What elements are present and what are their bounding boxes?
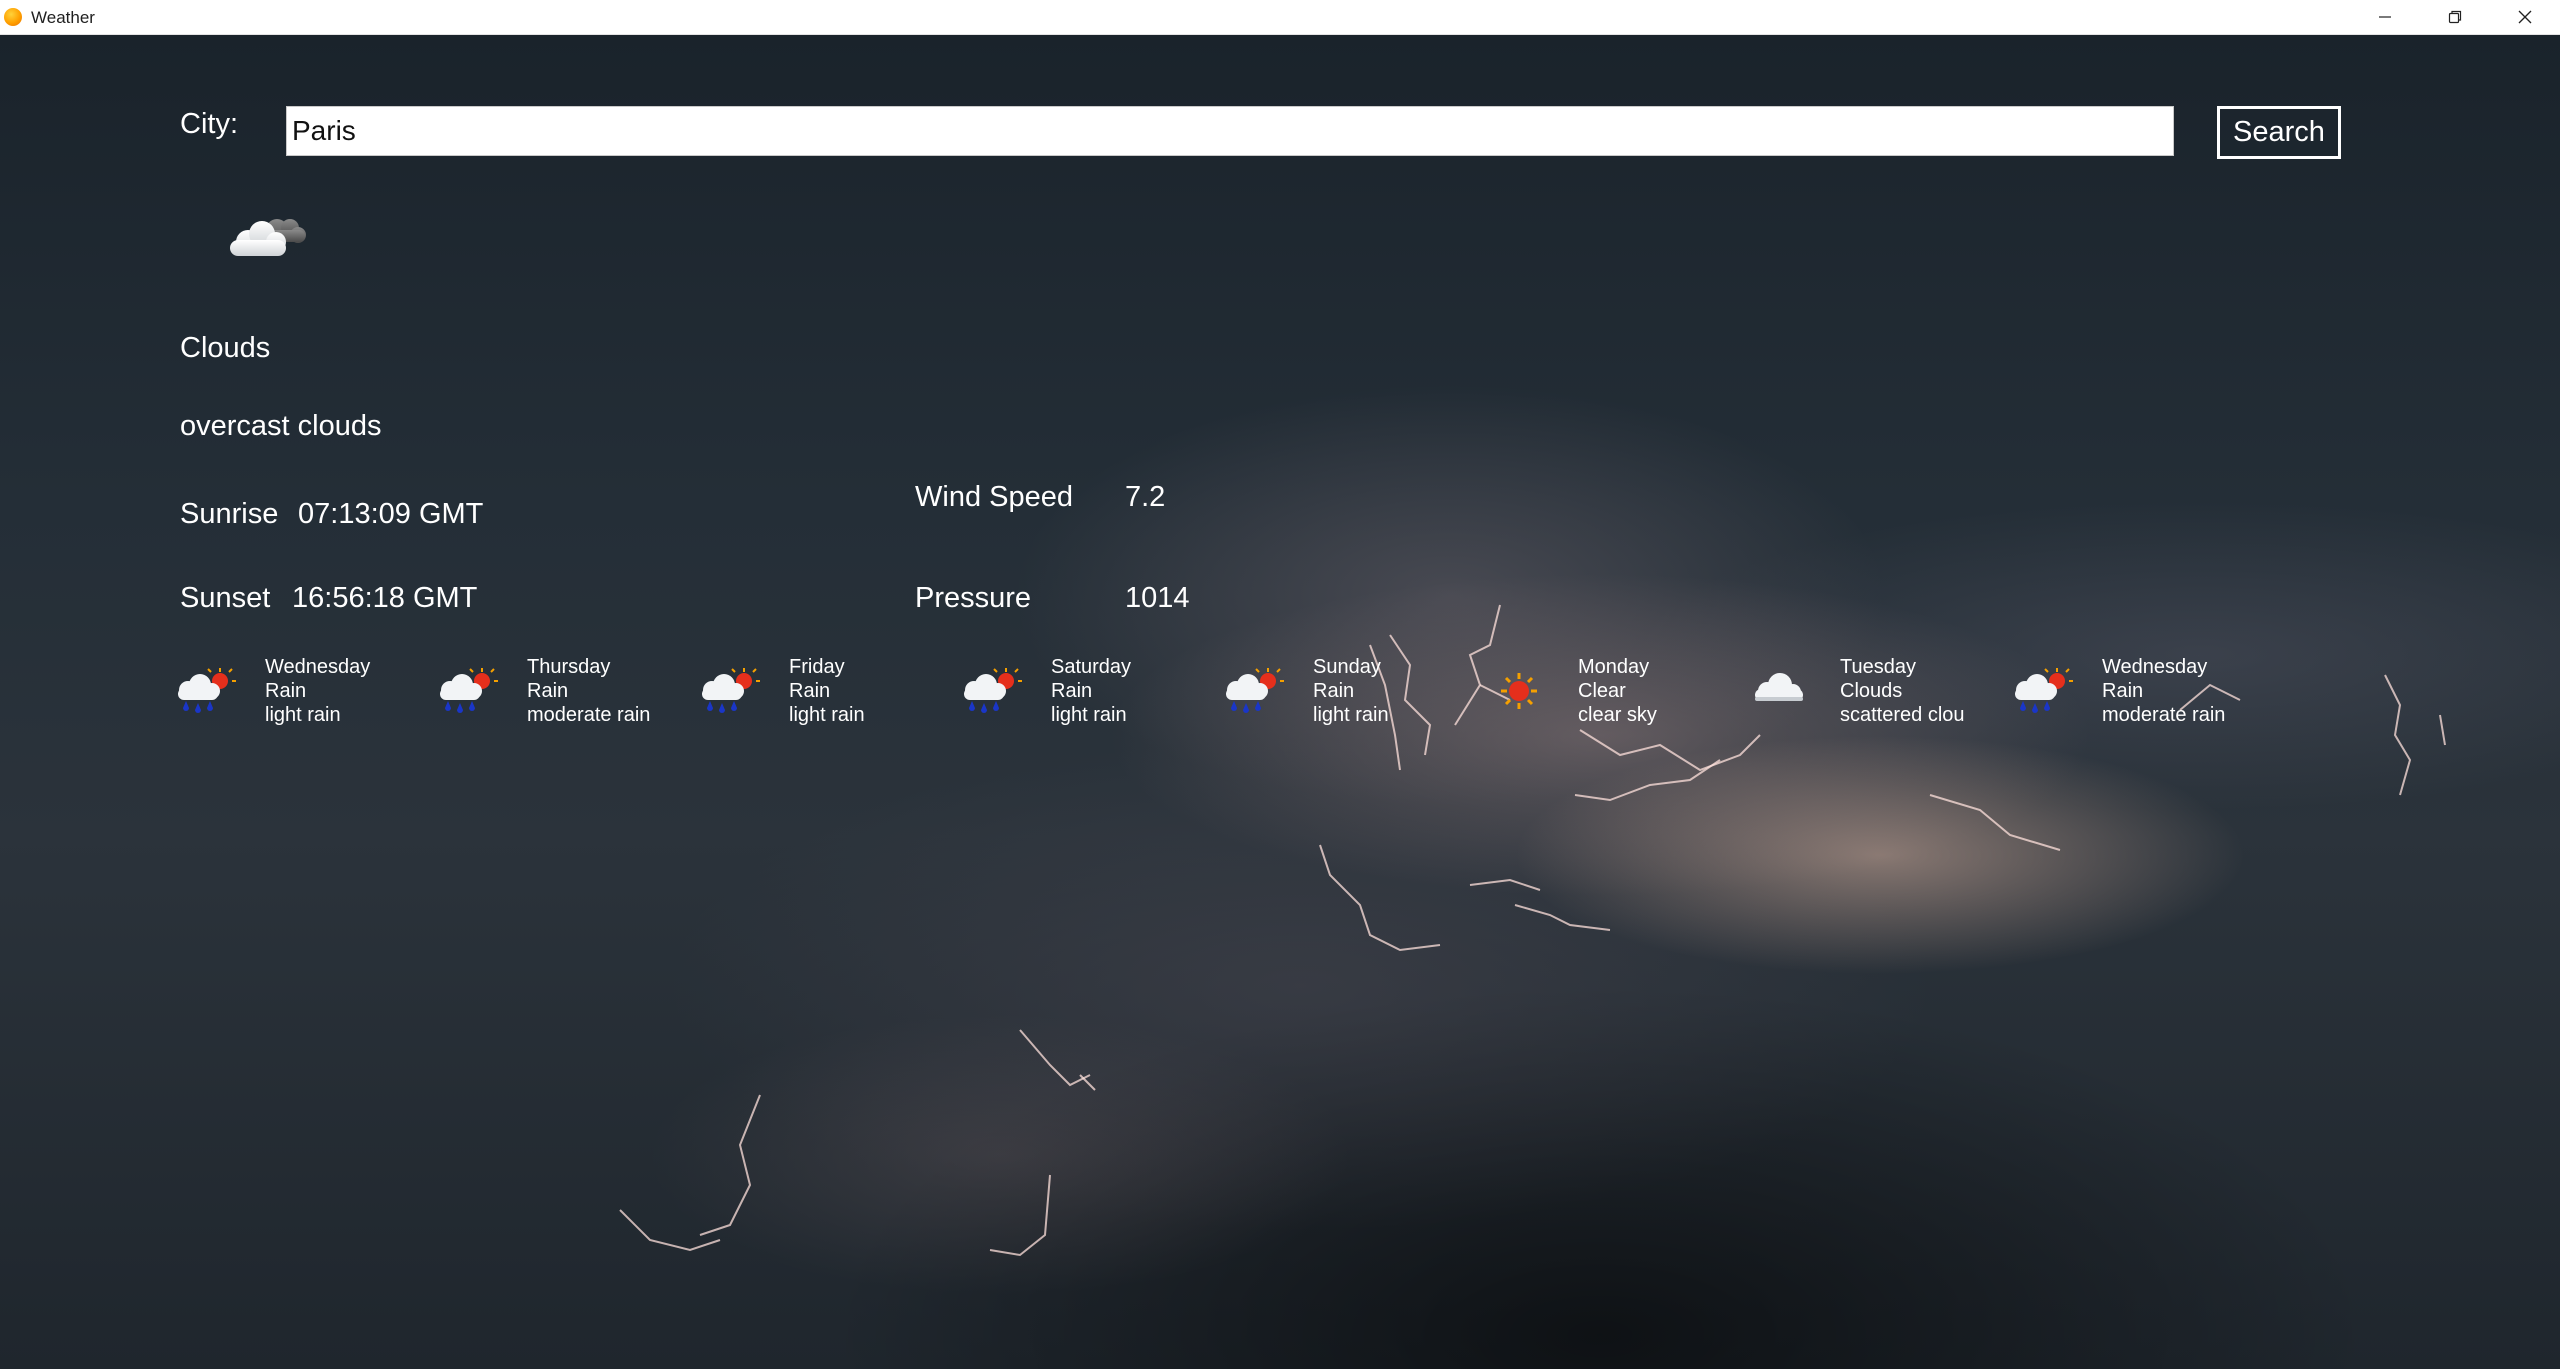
sunrise-value: 07:13:09 GMT bbox=[298, 498, 484, 530]
sunrise-label: Sunrise bbox=[180, 498, 279, 530]
restore-icon bbox=[2448, 10, 2462, 24]
rain-sun-icon bbox=[440, 668, 498, 713]
city-label: City: bbox=[180, 108, 238, 140]
minimize-button[interactable] bbox=[2350, 0, 2420, 34]
forecast-day: Saturday bbox=[1051, 656, 1132, 678]
minimize-icon bbox=[2379, 16, 2391, 18]
forecast-desc: light rain bbox=[265, 704, 341, 726]
forecast-main: Rain bbox=[1051, 680, 1093, 702]
weather-description: overcast clouds bbox=[180, 410, 382, 442]
forecast-day: Sunday bbox=[1313, 656, 1381, 678]
forecast-desc: clear sky bbox=[1578, 704, 1657, 726]
forecast-text: Saturday Rain light rain bbox=[1051, 655, 1221, 727]
weather-condition: Clouds bbox=[180, 332, 271, 364]
rain-sun-icon bbox=[178, 668, 236, 713]
forecast-main: Rain bbox=[527, 680, 569, 702]
forecast-main: Clear bbox=[1578, 680, 1626, 702]
forecast-text: Sunday Rain light rain bbox=[1313, 655, 1483, 727]
pressure-value: 1014 bbox=[1125, 582, 1190, 614]
app-icon bbox=[4, 8, 22, 26]
forecast-text: Friday Rain light rain bbox=[789, 655, 959, 727]
title-bar: Weather bbox=[0, 0, 2560, 35]
close-icon bbox=[2518, 10, 2532, 24]
forecast-day: Friday bbox=[789, 656, 845, 678]
forecast-text: Monday Clear clear sky bbox=[1578, 655, 1748, 727]
forecast-text: Tuesday Clouds scattered clou bbox=[1840, 655, 2010, 727]
pressure-label: Pressure bbox=[915, 582, 1032, 614]
window-title: Weather bbox=[31, 8, 95, 27]
forecast-text: Wednesday Rain light rain bbox=[265, 655, 435, 727]
rain-sun-icon bbox=[1226, 668, 1284, 713]
forecast-desc: moderate rain bbox=[527, 704, 651, 726]
forecast-text: Thursday Rain moderate rain bbox=[527, 655, 697, 727]
forecast-main: Clouds bbox=[1840, 680, 1903, 702]
forecast-day: Thursday bbox=[527, 656, 611, 678]
forecast-text: Wednesday Rain moderate rain bbox=[2102, 655, 2272, 727]
forecast-main: Rain bbox=[1313, 680, 1355, 702]
forecast-desc: moderate rain bbox=[2102, 704, 2226, 726]
forecast-desc: light rain bbox=[1313, 704, 1389, 726]
close-button[interactable] bbox=[2490, 0, 2560, 34]
rain-sun-icon bbox=[2015, 668, 2073, 713]
forecast-main: Rain bbox=[789, 680, 831, 702]
sunset-value: 16:56:18 GMT bbox=[292, 582, 478, 614]
wind-speed-label: Wind Speed bbox=[915, 481, 1073, 513]
forecast-day: Monday bbox=[1578, 656, 1650, 678]
forecast-desc: scattered clou bbox=[1840, 704, 1965, 726]
forecast-day: Tuesday bbox=[1840, 656, 1916, 678]
sun-icon bbox=[1501, 673, 1537, 709]
cloud-icon bbox=[230, 219, 306, 256]
forecast-desc: light rain bbox=[789, 704, 865, 726]
forecast-day: Wednesday bbox=[2102, 656, 2208, 678]
rain-sun-icon bbox=[702, 668, 760, 713]
wind-speed-value: 7.2 bbox=[1125, 481, 1166, 513]
forecast-main: Rain bbox=[2102, 680, 2144, 702]
cloud-icon bbox=[1755, 673, 1803, 701]
forecast-day: Wednesday bbox=[265, 656, 371, 678]
sunset-label: Sunset bbox=[180, 582, 271, 614]
restore-button[interactable] bbox=[2420, 0, 2490, 34]
city-input[interactable] bbox=[286, 106, 2174, 156]
forecast-desc: light rain bbox=[1051, 704, 1127, 726]
rain-sun-icon bbox=[964, 668, 1022, 713]
search-button[interactable]: Search bbox=[2217, 106, 2341, 159]
forecast-main: Rain bbox=[265, 680, 307, 702]
